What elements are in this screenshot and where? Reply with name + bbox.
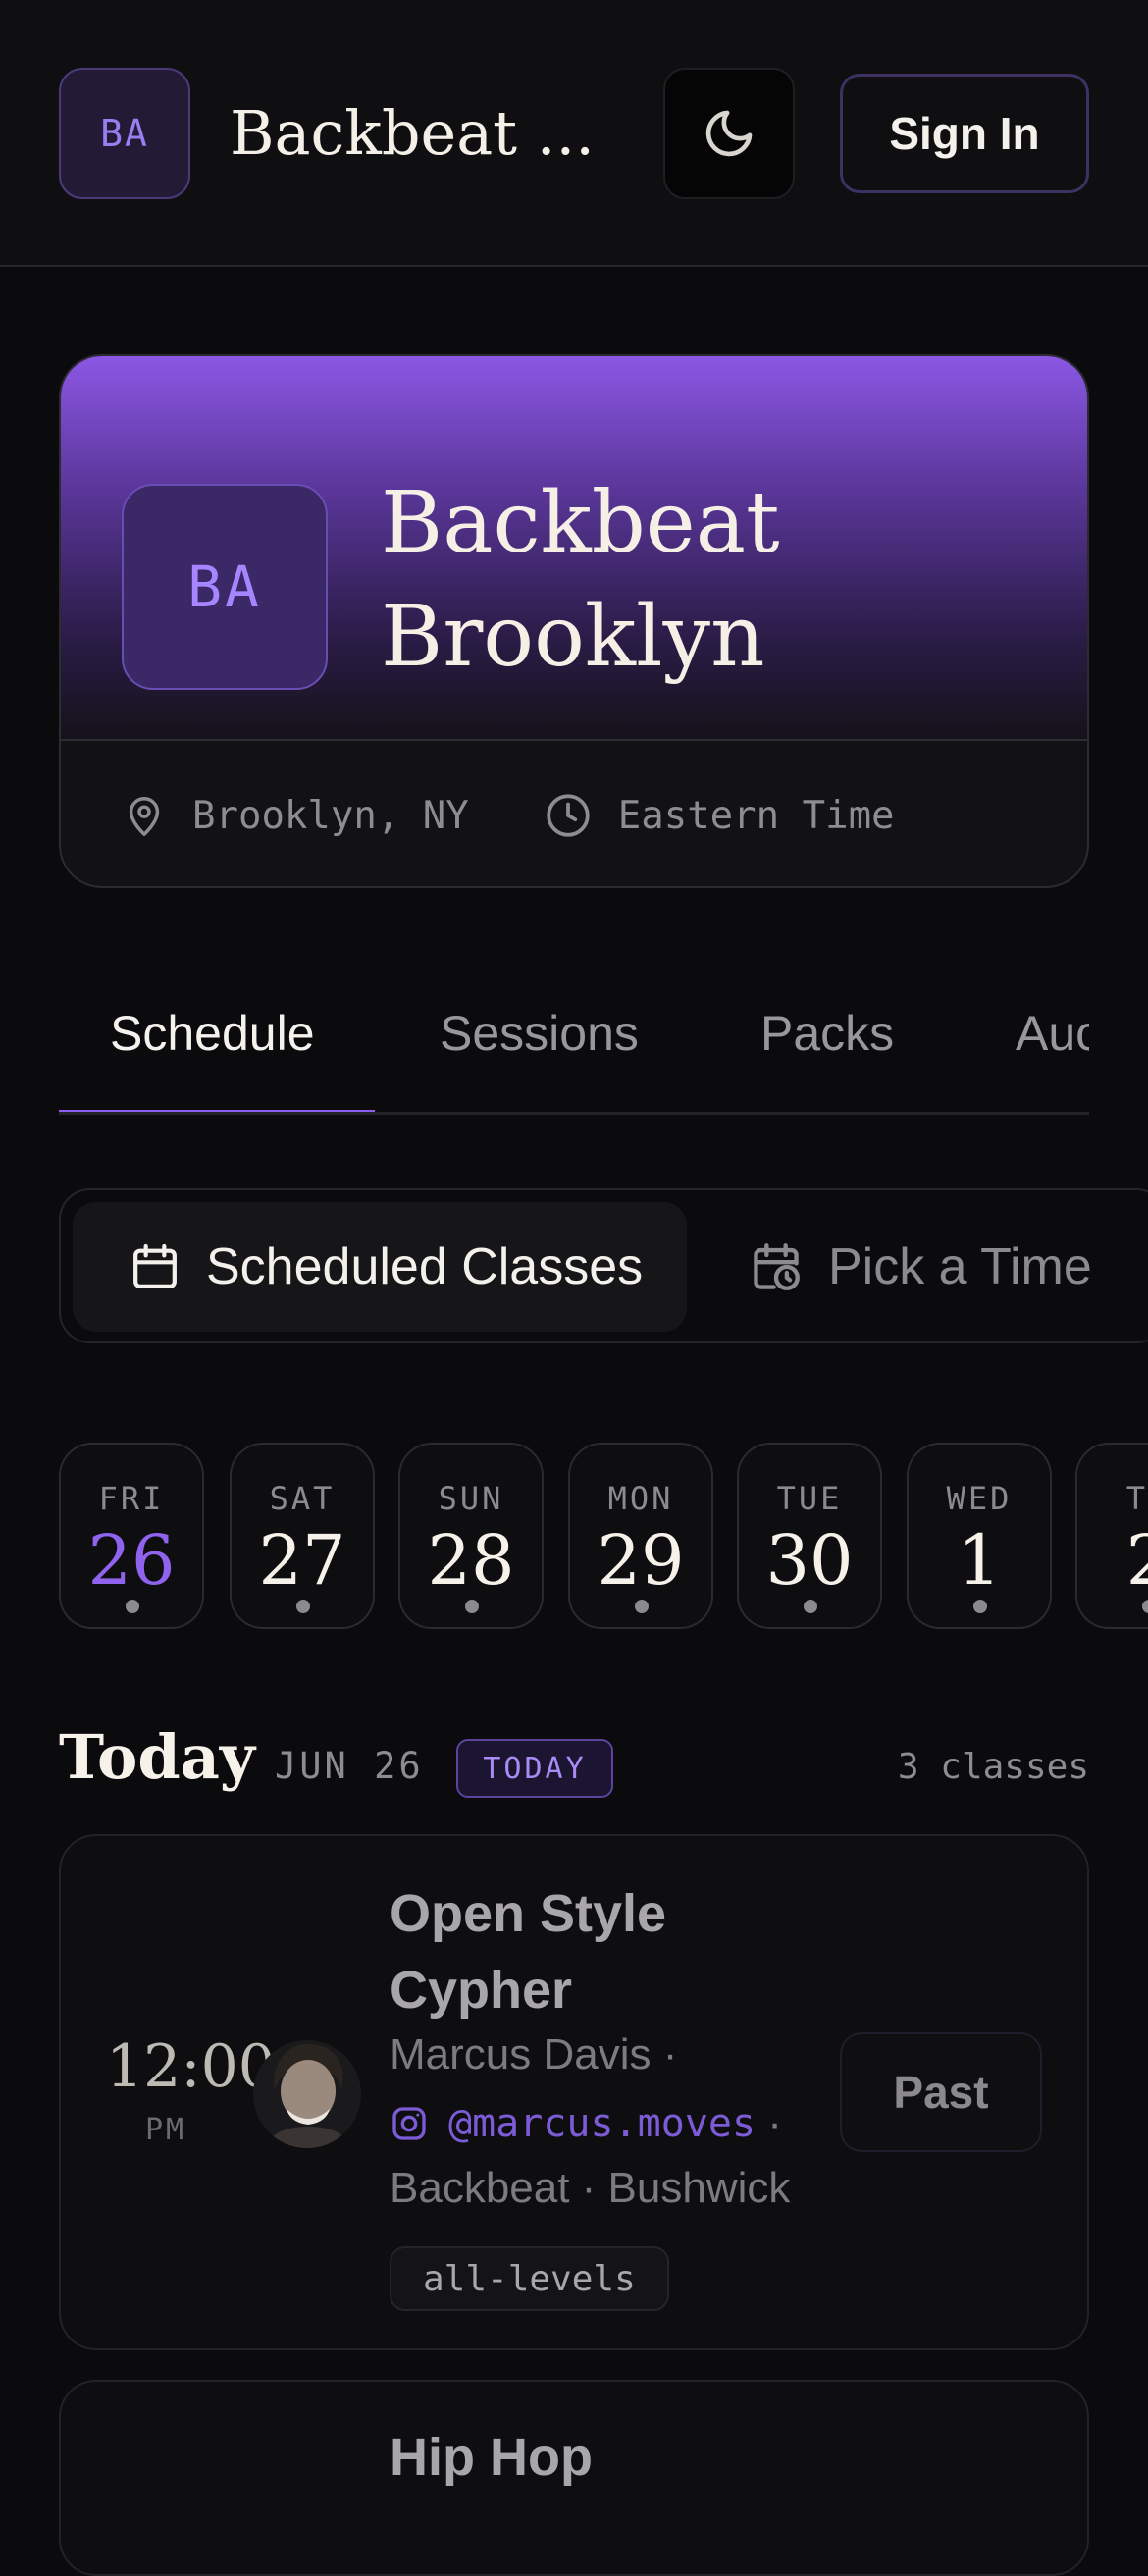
instagram-icon — [392, 2107, 426, 2140]
section-title: Today — [59, 1721, 255, 1793]
has-classes-dot — [1142, 1600, 1148, 1613]
day-chip[interactable]: MON 29 — [568, 1443, 713, 1629]
class-location: Backbeat · Bushwick — [390, 2164, 791, 2212]
day-number: 27 — [258, 1520, 346, 1601]
class-time: 12:00 — [106, 2032, 276, 2101]
section-date: JUN 26 — [275, 1745, 424, 1787]
has-classes-dot — [804, 1600, 817, 1613]
day-chip[interactable]: FRI 26 — [59, 1443, 204, 1629]
instructor-name[interactable]: Marcus Davis — [390, 2030, 652, 2078]
day-number: 26 — [87, 1520, 176, 1601]
top-bar: BA Backbeat ... Sign In — [0, 0, 1148, 267]
past-status-button[interactable]: Past — [840, 2032, 1042, 2152]
day-chip[interactable]: SUN 28 — [398, 1443, 544, 1629]
tab-more[interactable]: Auc — [1016, 1005, 1089, 1062]
hero-banner: BA Backbeat Brooklyn — [61, 356, 1087, 741]
timezone-text: Eastern Time — [617, 793, 895, 838]
day-number: 29 — [597, 1520, 685, 1601]
tab-sessions[interactable]: Sessions — [440, 1005, 639, 1062]
studio-tabs: Schedule Sessions Packs Auc — [59, 981, 1089, 1115]
studio-hero-card: BA Backbeat Brooklyn Brooklyn, NY Easter… — [59, 354, 1089, 888]
has-classes-dot — [126, 1600, 139, 1613]
studio-logo: BA — [122, 484, 328, 690]
pick-a-time-label: Pick a Time — [828, 1238, 1092, 1295]
brand-logo[interactable]: BA — [59, 68, 190, 199]
day-number: 30 — [765, 1520, 854, 1601]
day-of-week: FRI — [98, 1480, 165, 1517]
day-of-week: WED — [946, 1480, 1013, 1517]
tab-packs[interactable]: Packs — [760, 1005, 894, 1062]
class-card[interactable]: Hip Hop — [59, 2380, 1089, 2576]
day-chip[interactable]: TH 2 — [1075, 1443, 1148, 1629]
studio-meta: Brooklyn, NY Eastern Time — [61, 741, 1087, 886]
day-of-week: TUE — [776, 1480, 843, 1517]
instagram-line: @marcus.moves · — [390, 2099, 782, 2148]
scheduled-classes-toggle[interactable]: Scheduled Classes — [73, 1202, 687, 1332]
instructor-line: Marcus Davis · — [390, 2030, 678, 2078]
location-text: Brooklyn, NY — [192, 793, 469, 838]
class-time-period: PM — [145, 2113, 187, 2147]
has-classes-dot — [973, 1600, 987, 1613]
scheduled-classes-label: Scheduled Classes — [206, 1238, 644, 1295]
brand-name[interactable]: Backbeat ... — [230, 94, 602, 173]
class-count: 3 classes — [897, 1747, 1089, 1787]
has-classes-dot — [296, 1600, 310, 1613]
day-of-week: SUN — [438, 1480, 504, 1517]
day-chip[interactable]: SAT 27 — [230, 1443, 375, 1629]
theme-toggle-button[interactable] — [663, 68, 795, 199]
day-chip[interactable]: WED 1 — [907, 1443, 1052, 1629]
view-toggle: Scheduled Classes Pick a Time — [59, 1188, 1148, 1343]
class-title[interactable]: Hip Hop — [390, 2427, 593, 2488]
day-of-week: MON — [607, 1480, 674, 1517]
moon-icon — [705, 110, 753, 157]
tab-schedule[interactable]: Schedule — [110, 1005, 315, 1062]
map-pin-icon — [129, 797, 160, 836]
day-picker: FRI 26 SAT 27 SUN 28 MON 29 TUE 30 WED 1… — [59, 1443, 1148, 1631]
class-card[interactable]: 12:00 PM Open Style Cypher Marcus Davis … — [59, 1834, 1089, 2350]
day-number: 2 — [1125, 1520, 1148, 1601]
day-number: 1 — [957, 1520, 1002, 1601]
class-title[interactable]: Open Style Cypher — [390, 1875, 782, 2028]
pick-a-time-toggle[interactable]: Pick a Time — [748, 1202, 1092, 1332]
day-of-week: TH — [1125, 1480, 1148, 1517]
day-of-week: SAT — [269, 1480, 336, 1517]
calendar-icon — [133, 1243, 177, 1288]
today-badge: TODAY — [456, 1739, 613, 1798]
sign-in-button[interactable]: Sign In — [840, 74, 1089, 193]
active-tab-indicator — [59, 1110, 375, 1112]
level-tag: all-levels — [390, 2246, 669, 2311]
day-number: 28 — [427, 1520, 515, 1601]
location-meta: Brooklyn, NY — [122, 793, 469, 838]
has-classes-dot — [465, 1600, 479, 1613]
instructor-avatar[interactable] — [253, 2028, 361, 2156]
instagram-handle-link[interactable]: @marcus.moves — [448, 2101, 756, 2146]
day-chip[interactable]: TUE 30 — [737, 1443, 882, 1629]
studio-title: Backbeat Brooklyn — [381, 474, 780, 686]
timezone-meta: Eastern Time — [544, 791, 895, 840]
clock-icon — [547, 794, 590, 837]
calendar-clock-icon — [754, 1243, 800, 1290]
has-classes-dot — [635, 1600, 649, 1613]
